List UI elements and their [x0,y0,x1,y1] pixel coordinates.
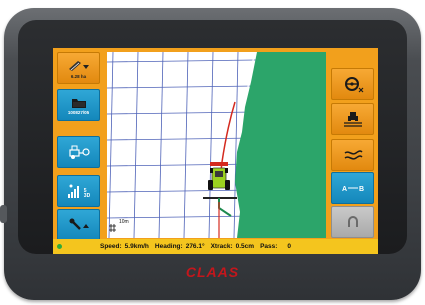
speed-label: Speed: [100,243,122,250]
xtrack-label: Xtrack: [210,243,233,250]
area-button[interactable]: 6.28 ha [57,52,100,84]
field-id: 100827/05 [67,110,90,115]
coverage-area [235,52,326,238]
claas-logo: CLAAS [186,264,239,280]
status-bar: Speed: 5.9km/h Heading: 276.1° Xtrack: 0… [53,239,378,254]
claas-logo-text: CLAAS [186,264,239,280]
area-value: 6.28 ha [70,73,87,79]
gps-fix-indicator [57,244,62,249]
contour-lines-icon [344,150,363,160]
guidance-map[interactable]: 10m [107,52,326,238]
field-button[interactable]: 100827/05 [57,89,100,121]
scale-marker-icon [109,224,116,232]
svg-text:A: A [342,186,347,193]
headland-icon [347,216,358,227]
heading-label: Heading: [154,243,183,250]
tractor-guidance-icon [343,112,362,127]
heading-value: 276.1° [185,243,205,250]
gps-status-button[interactable]: 5 3D [57,175,100,207]
side-knob[interactable] [0,205,7,223]
display-screen: 6.28 ha 100827/05 5 3D 10m A B Speed: 5.… [53,48,378,254]
wrench-icon [69,218,89,230]
gps-signal-icon [67,184,79,198]
xtrack-value: 0.5cm [235,243,255,250]
pass-value: 0 [287,243,292,250]
settings-button[interactable] [57,209,100,241]
implement-button[interactable] [57,136,100,168]
implement-icon [68,145,90,159]
map-canvas [107,52,326,238]
ab-line-button[interactable]: A B [331,172,374,204]
steering-button[interactable] [331,68,374,100]
gps-mode: 3D [83,193,91,199]
steering-wheel-icon [344,77,363,93]
tractor-icon [208,162,230,190]
field-folder-icon [71,99,86,108]
svg-text:B: B [359,186,364,193]
area-icon [68,60,89,71]
pass-label: Pass: [260,243,278,250]
contour-button[interactable] [331,139,374,171]
map-scale-label: 10m [119,219,129,225]
speed-value: 5.9km/h [124,243,149,250]
headland-button[interactable] [331,206,374,238]
tractor-guidance-button[interactable] [331,103,374,135]
ab-line-icon: A B [342,186,364,193]
